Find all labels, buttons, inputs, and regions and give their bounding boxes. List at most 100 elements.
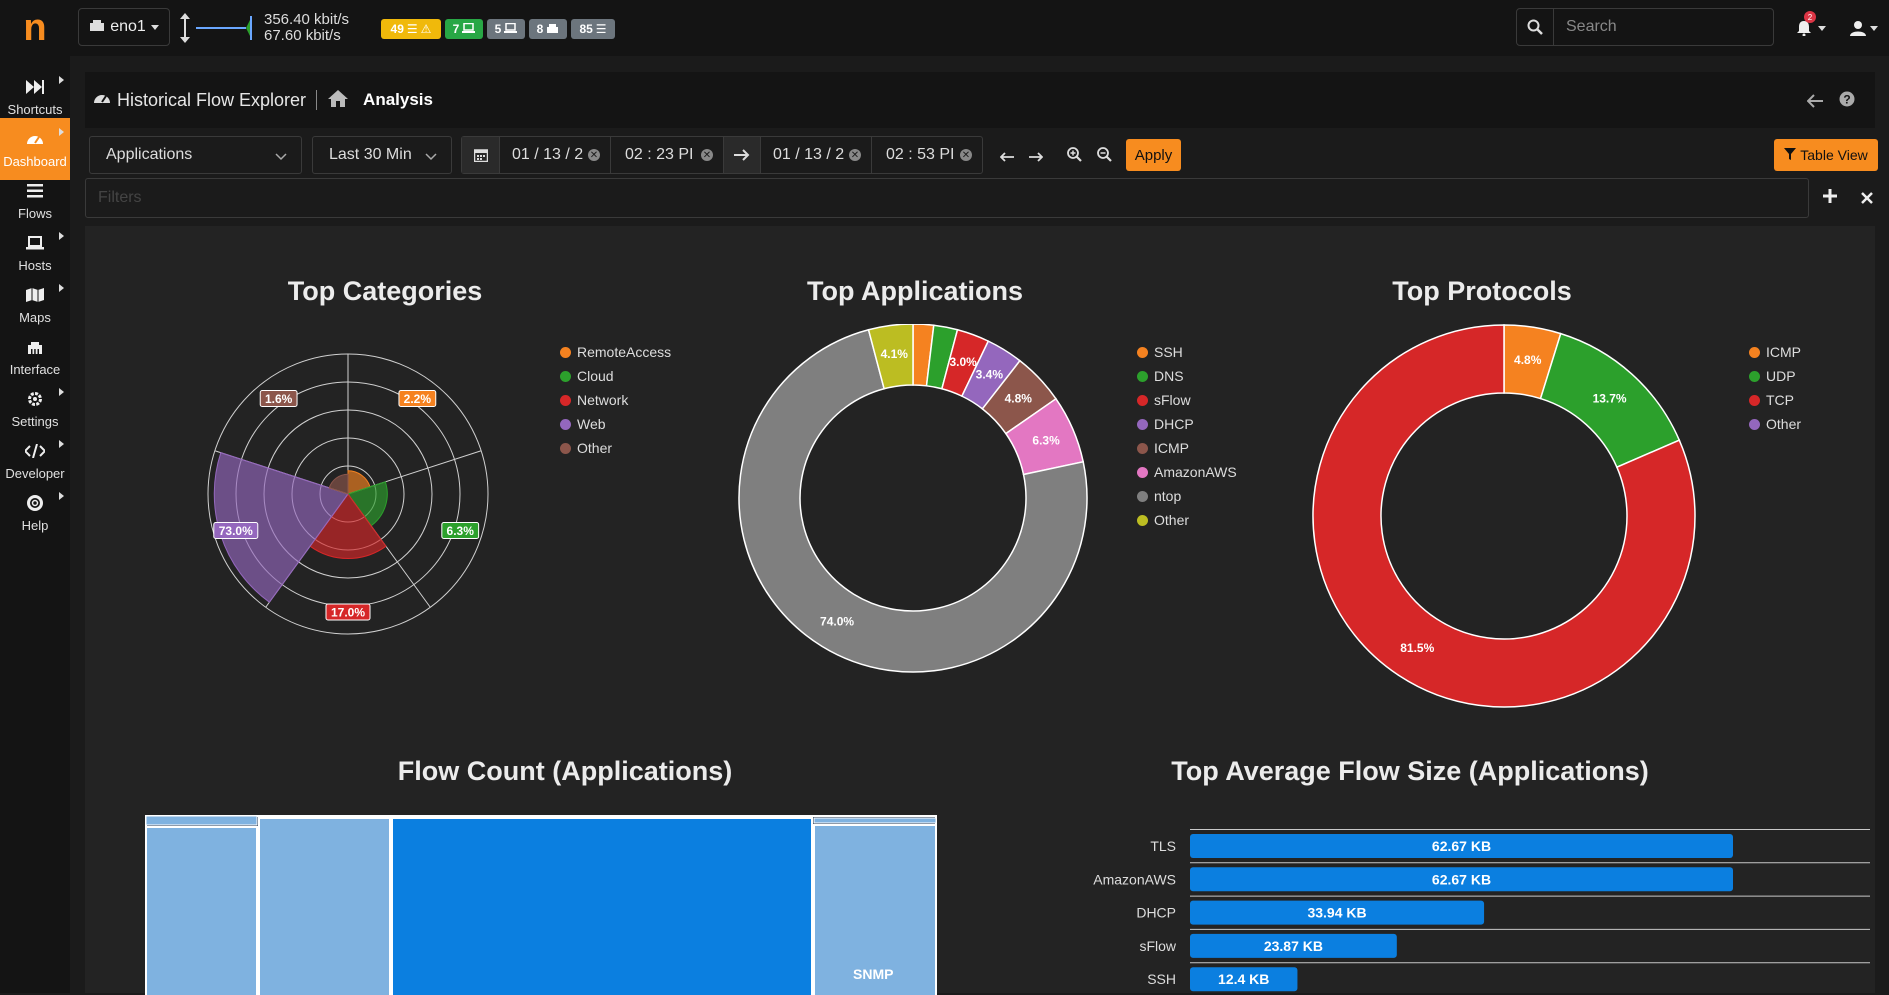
end-date-input[interactable]: 01 / 13 / 2 ✕ — [761, 137, 872, 173]
slice-label: 4.1% — [881, 347, 909, 361]
view-select[interactable]: Applications — [89, 136, 302, 174]
code-icon — [25, 441, 45, 461]
value-label: 73.0% — [219, 524, 253, 538]
map-icon — [25, 285, 45, 305]
badge-count: 49 — [390, 22, 404, 36]
sidebar-item-label: Hosts — [18, 258, 52, 273]
legend-item[interactable]: Network — [560, 388, 671, 412]
clear-icon[interactable]: ✕ — [588, 149, 600, 161]
legend-item[interactable]: Web — [560, 412, 671, 436]
legend-item[interactable]: Cloud — [560, 364, 671, 388]
zoom-out-icon[interactable] — [1097, 147, 1112, 167]
legend-swatch — [1137, 442, 1148, 454]
start-date-value: 01 / 13 / 2 — [512, 146, 584, 163]
sidebar: n Shortcuts Dashboard Flows Hosts Maps I… — [0, 0, 70, 993]
gear-icon — [25, 389, 45, 409]
user-icon — [1850, 20, 1866, 41]
treemap-tile — [258, 817, 391, 995]
home-icon[interactable] — [327, 89, 349, 112]
chevron-down-icon — [425, 148, 437, 166]
caret-right-icon — [59, 440, 64, 448]
legend-swatch — [1749, 346, 1760, 358]
filters-input[interactable] — [86, 179, 1808, 217]
treemap-tile — [813, 817, 937, 824]
list-icon: ☰ — [406, 22, 418, 36]
legend-label: ICMP — [1766, 344, 1801, 360]
life-ring-icon — [25, 493, 45, 513]
devices-badge[interactable]: 8 — [529, 19, 567, 39]
end-time-input[interactable]: 02 : 53 PI ✕ — [872, 137, 982, 173]
notifications-button[interactable]: 2 — [1796, 11, 1830, 40]
zoom-in-icon[interactable] — [1067, 147, 1082, 167]
ntopng-logo[interactable]: n — [0, 0, 70, 56]
filters-bar — [85, 178, 1809, 218]
upload-rate: 356.40 kbit/s — [264, 11, 350, 28]
traffic-sparkline — [196, 14, 254, 47]
value-label: 17.0% — [331, 606, 365, 620]
legend-item[interactable]: DHCP — [1137, 412, 1237, 436]
caret-right-icon — [59, 492, 64, 500]
add-filter-icon[interactable] — [1822, 188, 1838, 209]
legend-swatch — [1749, 370, 1760, 382]
sidebar-item-label: Help — [21, 518, 49, 533]
search-icon[interactable] — [1517, 9, 1554, 45]
bar-value-label: 33.94 KB — [1307, 905, 1366, 921]
legend-label: TCP — [1766, 392, 1794, 408]
legend-label: Cloud — [577, 368, 614, 384]
clear-icon[interactable]: ✕ — [960, 149, 972, 161]
start-date-input[interactable]: 01 / 13 / 2 ✕ — [500, 137, 611, 173]
slice-label: 6.3% — [1032, 433, 1060, 447]
legend-swatch — [560, 418, 571, 430]
help-icon[interactable]: ? — [1839, 91, 1855, 112]
user-menu-button[interactable] — [1850, 16, 1884, 40]
clear-icon[interactable]: ✕ — [701, 149, 713, 161]
shift-back-icon[interactable] — [999, 149, 1014, 167]
legend-item[interactable]: AmazonAWS — [1137, 460, 1237, 484]
legend-item[interactable]: Other — [1749, 412, 1801, 436]
legend-item[interactable]: ICMP — [1749, 340, 1801, 364]
legend-item[interactable]: ntop — [1137, 484, 1237, 508]
sidebar-item-label: Developer — [5, 466, 65, 481]
legend-item[interactable]: Other — [560, 436, 671, 460]
start-time-input[interactable]: 02 : 23 PI ✕ — [611, 137, 723, 173]
legend-item[interactable]: TCP — [1749, 388, 1801, 412]
caret-down-icon — [1870, 26, 1878, 31]
clear-icon[interactable]: ✕ — [849, 149, 861, 161]
remote-hosts-badge[interactable]: 5 — [487, 19, 525, 39]
sidebar-item-help[interactable]: Help — [0, 482, 70, 544]
legend-item[interactable]: Other — [1137, 508, 1237, 532]
search-input[interactable] — [1554, 9, 1773, 45]
interface-name: eno1 — [110, 18, 146, 35]
apply-button[interactable]: Apply — [1126, 139, 1181, 171]
calendar-icon[interactable] — [462, 137, 500, 173]
interface-selector[interactable]: eno1 — [78, 8, 170, 46]
range-select[interactable]: Last 30 Min — [312, 136, 452, 174]
chart-title: Flow Count (Applications) — [397, 756, 733, 786]
legend-item[interactable]: DNS — [1137, 364, 1237, 388]
legend-swatch — [560, 370, 571, 382]
list-icon — [25, 181, 45, 201]
shift-forward-icon[interactable] — [1029, 149, 1044, 167]
view-select-value: Applications — [106, 146, 193, 163]
caret-down-icon — [1818, 26, 1826, 31]
legend-item[interactable]: UDP — [1749, 364, 1801, 388]
alerts-badge[interactable]: 49 ☰ ⚠ — [381, 19, 441, 39]
charts-panel: Top Categories 2.2% 6.3% 17.0% 73.0% 1.6% Re… — [85, 226, 1875, 995]
legend-item[interactable]: sFlow — [1137, 388, 1237, 412]
legend-swatch — [1137, 394, 1148, 406]
table-view-button[interactable]: Table View — [1774, 139, 1878, 171]
chevron-down-icon — [275, 148, 287, 166]
bar-value-label: 62.67 KB — [1432, 871, 1491, 887]
legend-item[interactable]: RemoteAccess — [560, 340, 671, 364]
flows-badge[interactable]: 85 ☰ — [571, 19, 615, 39]
legend-item[interactable]: SSH — [1137, 340, 1237, 364]
clear-filters-icon[interactable] — [1861, 191, 1873, 209]
local-hosts-badge[interactable]: 7 — [445, 19, 483, 39]
legend-swatch — [1137, 490, 1148, 502]
fast-forward-icon — [25, 77, 45, 97]
back-arrow-icon[interactable] — [1806, 92, 1823, 113]
ethernet-icon — [25, 337, 45, 357]
caret-right-icon — [59, 284, 64, 292]
legend-label: ntop — [1154, 488, 1182, 504]
legend-item[interactable]: ICMP — [1137, 436, 1237, 460]
